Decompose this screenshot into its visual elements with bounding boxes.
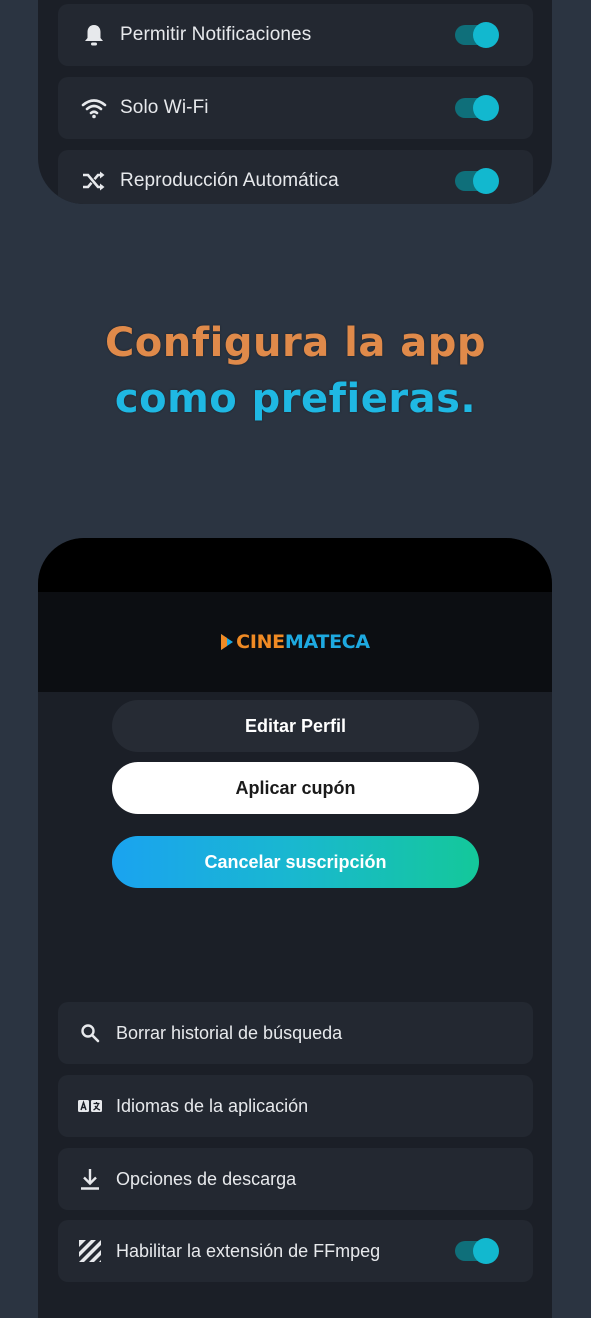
option-label: Habilitar la extensión de FFmpeg [116, 1240, 381, 1261]
profile-phone-preview: CINEMATECA Editar Perfil Aplicar cupón C… [38, 538, 552, 1318]
cancel-subscription-button[interactable]: Cancelar suscripción [112, 836, 479, 888]
option-label: Idiomas de la aplicación [116, 1095, 309, 1116]
play-icon [220, 632, 234, 652]
option-label: Opciones de descarga [116, 1168, 297, 1189]
bell-icon [78, 19, 110, 51]
logo-text-cine: CINE [236, 631, 285, 653]
download-icon [76, 1165, 104, 1193]
ffmpeg-icon [76, 1237, 104, 1265]
wifi-icon [78, 92, 110, 124]
logo-text-mateca: MATECA [284, 631, 370, 653]
app-languages-item[interactable]: Idiomas de la aplicación [58, 1075, 533, 1137]
edit-profile-button[interactable]: Editar Perfil [112, 700, 479, 752]
download-options-item[interactable]: Opciones de descarga [58, 1148, 533, 1210]
cinemateca-logo: CINEMATECA [220, 631, 370, 653]
settings-phone-preview: Permitir Notificaciones Solo Wi-Fi Repro… [38, 0, 552, 204]
setting-autoplay[interactable]: Reproducción Automática [58, 150, 533, 204]
setting-label: Reproducción Automática [120, 170, 339, 191]
headline-line-1: Configura la app [104, 320, 487, 366]
clear-search-history-item[interactable]: Borrar historial de búsqueda [58, 1002, 533, 1064]
search-icon [76, 1019, 104, 1047]
wifi-only-toggle[interactable] [455, 95, 499, 121]
enable-ffmpeg-item[interactable]: Habilitar la extensión de FFmpeg [58, 1220, 533, 1282]
ffmpeg-toggle[interactable] [455, 1238, 499, 1264]
shuffle-icon [78, 165, 110, 197]
translate-icon [76, 1092, 104, 1120]
autoplay-toggle[interactable] [455, 168, 499, 194]
app-header: CINEMATECA [38, 592, 552, 692]
notifications-toggle[interactable] [455, 22, 499, 48]
setting-notifications[interactable]: Permitir Notificaciones [58, 4, 533, 66]
status-bar [38, 538, 552, 592]
setting-wifi-only[interactable]: Solo Wi-Fi [58, 77, 533, 139]
headline-line-2: como prefieras. [114, 376, 477, 422]
setting-label: Permitir Notificaciones [120, 24, 312, 45]
apply-coupon-button[interactable]: Aplicar cupón [112, 762, 479, 814]
option-label: Borrar historial de búsqueda [116, 1022, 343, 1043]
setting-label: Solo Wi-Fi [120, 97, 209, 118]
